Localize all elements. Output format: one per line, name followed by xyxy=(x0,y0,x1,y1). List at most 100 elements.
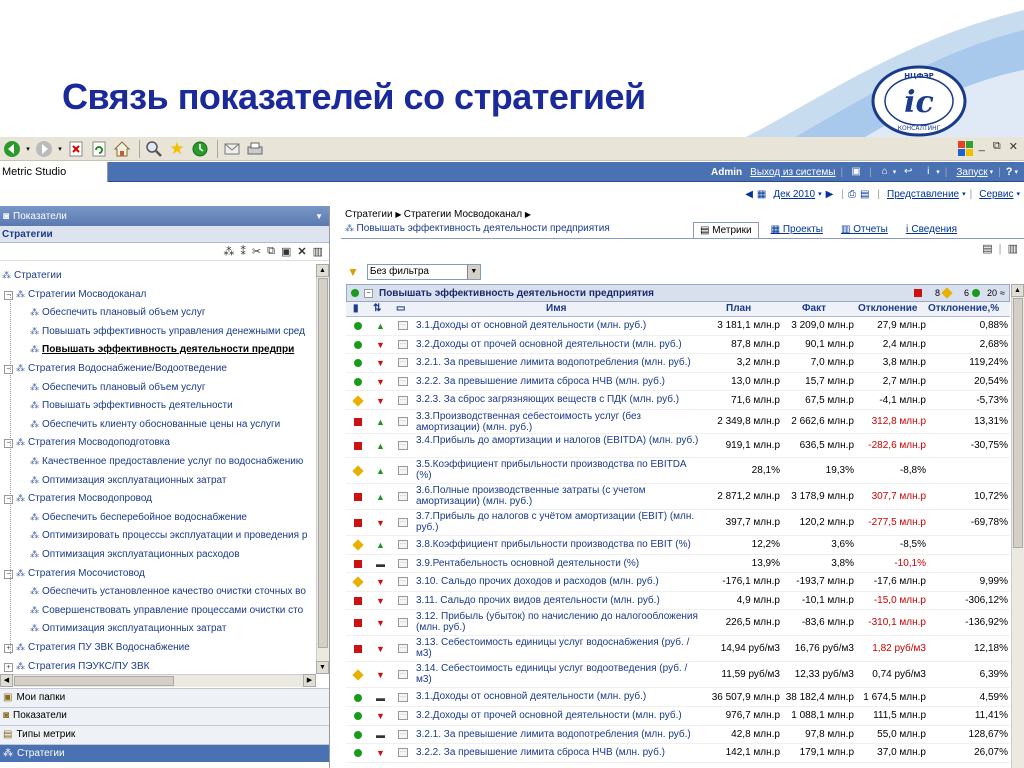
print-icon[interactable]: ⎙ xyxy=(848,189,856,200)
tree-vertical-scrollbar[interactable]: ▲ ▼ xyxy=(316,264,329,674)
filter-select[interactable]: Без фильтра ▼ xyxy=(366,264,481,280)
paste-icon[interactable]: ▣ xyxy=(281,245,291,258)
scroll-down-icon[interactable]: ▼ xyxy=(316,661,329,674)
table-row[interactable]: ▼ ··· 3.2.Доходы от прочей основной деятел… xyxy=(346,707,1010,726)
table-row[interactable]: ▲ ··· 3.1.Доходы от основной деятельности … xyxy=(346,317,1010,336)
metric-name[interactable]: 3.12. Прибыль (убыток) по начислению до … xyxy=(416,611,704,633)
note-icon[interactable]: ··· xyxy=(398,540,408,550)
back-icon[interactable] xyxy=(2,139,22,159)
logout-link[interactable]: Выход из системы xyxy=(750,167,835,178)
add-strategy-icon[interactable]: ⁂ xyxy=(223,245,234,258)
stop-icon[interactable] xyxy=(66,139,86,159)
history-icon[interactable] xyxy=(190,139,210,159)
metric-name[interactable]: 3.13. Себестоимость единицы услуг водосн… xyxy=(416,637,704,659)
collapse-icon[interactable]: − xyxy=(364,288,373,298)
metric-name[interactable]: 3.8.Коэффициент прибыльности производств… xyxy=(416,539,704,550)
note-icon[interactable]: ··· xyxy=(398,670,408,680)
period-selector[interactable]: Дек 2010 xyxy=(773,189,815,200)
tree-node[interactable]: ⁂ Совершенствовать управление процессами … xyxy=(30,601,303,619)
tab-projects[interactable]: ▦ Проекты xyxy=(765,222,829,238)
dropdown-arrow-icon[interactable]: ▾ xyxy=(818,190,822,198)
note-icon[interactable]: ··· xyxy=(398,518,408,527)
tree-node[interactable]: ⁂ Обеспечить клиенту обоснованные цены на… xyxy=(30,415,280,433)
tree-node[interactable]: − ⁂ Стратегия Мосводопровод xyxy=(4,489,152,507)
metric-name[interactable]: 3.7.Прибыль до налогов с учётом амортиза… xyxy=(416,511,704,533)
scrollbar-thumb[interactable] xyxy=(1013,298,1023,548)
table-row[interactable]: ▼ ··· 3.14. Себестоимость единицы услуг во… xyxy=(346,662,1010,689)
info-icon[interactable]: ⅰ xyxy=(922,166,934,178)
home-icon[interactable]: ⌂ xyxy=(879,166,891,178)
tab-metrics[interactable]: ▤ Метрики xyxy=(693,222,759,238)
note-icon[interactable]: ··· xyxy=(398,618,408,628)
dropdown-arrow-icon[interactable]: ▾ xyxy=(893,168,897,176)
dropdown-arrow-icon[interactable]: ▼ xyxy=(315,212,323,221)
grid-vertical-scrollbar[interactable]: ▲ xyxy=(1011,284,1024,768)
column-fact[interactable]: Факт xyxy=(802,303,826,314)
metric-name[interactable]: 3.6.Полные производственные затраты (с у… xyxy=(416,485,704,507)
service-menu[interactable]: Сервис xyxy=(979,189,1013,200)
metric-name[interactable]: 3.9.Рентабельность основной деятельности… xyxy=(416,558,704,569)
collapse-icon[interactable]: − xyxy=(4,495,13,505)
table-row[interactable]: ▲ ··· 3.6.Полные производственные затраты … xyxy=(346,484,1010,510)
collapse-icon[interactable]: − xyxy=(4,439,13,449)
note-icon[interactable]: ··· xyxy=(398,692,408,702)
table-row[interactable]: ▼ ··· 3.2.Доходы от прочей основной деятел… xyxy=(346,336,1010,355)
nav-item[interactable]: ⁂ Стратегии xyxy=(0,743,329,763)
tree-node[interactable]: ⁂ Оптимизация эксплуатационных затрат xyxy=(30,619,226,637)
collapse-icon[interactable]: − xyxy=(4,365,13,374)
note-icon[interactable]: ··· xyxy=(398,395,408,405)
collapse-icon[interactable]: − xyxy=(4,290,13,300)
dropdown-arrow-icon[interactable]: ▾ xyxy=(990,168,994,176)
restore-icon[interactable]: ⧉ xyxy=(993,140,1001,153)
scroll-up-icon[interactable]: ▲ xyxy=(1011,284,1024,297)
note-icon[interactable]: ··· xyxy=(398,729,408,739)
forward-icon[interactable] xyxy=(34,139,54,159)
column-name[interactable]: Имя xyxy=(546,303,566,314)
status-column-icon[interactable]: ▮ xyxy=(353,303,359,314)
tree-node[interactable]: − ⁂ Стратегия Водоснабжение/Водоотведение xyxy=(4,359,227,377)
table-row[interactable]: ▲ ··· 3.3.Производственная себестоимость у… xyxy=(346,410,1010,434)
note-icon[interactable]: ··· xyxy=(398,321,408,331)
nav-item[interactable]: ▣ Мои папки xyxy=(0,688,329,707)
metric-name[interactable]: 3.3.Производственная себестоимость услуг… xyxy=(416,411,704,433)
table-row[interactable]: ▼ ··· 3.2.2. За превышение лимита сброса Н… xyxy=(346,744,1010,763)
tree-node[interactable]: − ⁂ Стратегии Мосводоканал xyxy=(4,285,146,303)
expand-icon[interactable]: + xyxy=(4,644,13,653)
prev-period-icon[interactable]: ◀ xyxy=(745,189,753,200)
table-row[interactable]: ▼ ··· 3.10. Сальдо прочих доходов и расход… xyxy=(346,573,1010,592)
note-icon[interactable]: ··· xyxy=(398,466,408,475)
breadcrumb-item[interactable]: Стратегии Мосводоканал xyxy=(404,209,522,220)
dropdown-arrow-icon[interactable]: ▾ xyxy=(1016,190,1020,198)
columns-icon[interactable]: ▥ xyxy=(1008,243,1018,255)
tree-node[interactable]: ⁂ Обеспечить плановый объем услуг xyxy=(30,378,206,396)
table-row[interactable]: ▬ ··· 3.1.Доходы от основной деятельности … xyxy=(346,688,1010,707)
metric-name[interactable]: 3.14. Себестоимость единицы услуг водоот… xyxy=(416,663,704,685)
refresh-icon[interactable] xyxy=(89,139,109,159)
cut-icon[interactable]: ✂ xyxy=(252,245,261,258)
table-row[interactable]: ▼ ··· 3.7.Прибыль до налогов с учётом амор… xyxy=(346,510,1010,536)
note-icon[interactable]: ··· xyxy=(398,492,408,501)
dropdown-arrow-icon[interactable]: ▾ xyxy=(962,190,966,198)
table-row[interactable]: ▼ ··· 3.2.2. За превышение лимита сброса Н… xyxy=(346,373,1010,392)
print-icon[interactable] xyxy=(245,139,265,159)
tree-node[interactable]: ⁂ Повышать эффективность деятельности xyxy=(30,396,233,414)
metric-name[interactable]: 3.2.Доходы от прочей основной деятельнос… xyxy=(416,710,704,721)
note-icon[interactable]: ··· xyxy=(398,417,408,426)
panel-header[interactable]: ◙ Показатели ▼ xyxy=(0,206,329,226)
table-row[interactable]: ▲ ··· 3.4.Прибыль до амортизации и налогов… xyxy=(346,434,1010,458)
favorites-icon[interactable]: ★ xyxy=(167,139,187,159)
tree-node[interactable]: ⁂ Обеспечить плановый объем услуг xyxy=(30,303,206,321)
help-icon[interactable]: ? xyxy=(1006,166,1013,178)
dropdown-arrow-icon[interactable]: ▼ xyxy=(466,265,480,279)
trend-column-icon[interactable]: ⇅ xyxy=(373,303,381,314)
tree-node[interactable]: ⁂ Повышать эффективность управления денеж… xyxy=(30,322,305,340)
tree-node[interactable]: ⁂ Обеспечить бесперебойное водоснабжение xyxy=(30,508,247,526)
tab-info[interactable]: ⅰ Сведения xyxy=(900,222,963,238)
properties-icon[interactable]: ▥ xyxy=(313,245,323,258)
export-grid-icon[interactable]: ▤ xyxy=(982,243,992,255)
metric-name[interactable]: 3.5.Коэффициент прибыльности производств… xyxy=(416,459,704,481)
scroll-up-icon[interactable]: ▲ xyxy=(316,264,329,277)
dropdown-arrow-icon[interactable]: ▾ xyxy=(936,168,940,176)
nav-item[interactable]: ◙ Показатели xyxy=(0,706,329,726)
note-icon[interactable]: ··· xyxy=(398,377,408,387)
